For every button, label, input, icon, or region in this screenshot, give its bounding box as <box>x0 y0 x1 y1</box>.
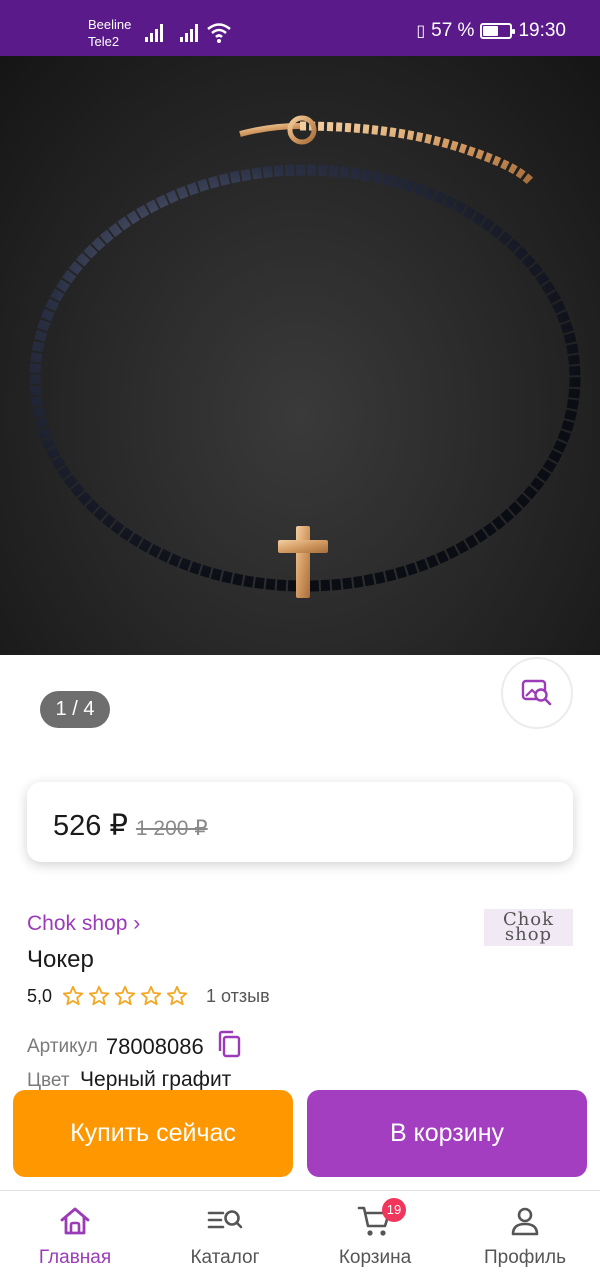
visual-search-button[interactable] <box>501 657 573 729</box>
product-title: Чокер <box>27 946 94 973</box>
bottom-nav: Главная Каталог 19 Корзина Профиль <box>0 1190 600 1282</box>
nav-item-profile[interactable]: Профиль <box>460 1201 590 1269</box>
rating-value: 5,0 <box>27 985 53 1006</box>
carrier-2: Tele2 <box>88 34 120 49</box>
catalog-search-icon <box>207 1210 243 1229</box>
nav-label-catalog: Каталог <box>190 1247 260 1268</box>
carrier-names: Beeline Tele2 <box>88 16 131 50</box>
image-page-counter: 1 / 4 <box>40 691 110 728</box>
sku-value: 78008086 <box>105 1033 204 1059</box>
status-bar: Beeline Tele2 ▯ 57 % 19:30 <box>0 0 600 56</box>
copy-icon[interactable] <box>216 1030 242 1063</box>
current-price: 526 ₽ <box>53 810 128 842</box>
vibrate-icon: ▯ <box>416 23 426 40</box>
buy-now-button[interactable]: Купить сейчас <box>13 1090 293 1177</box>
profile-icon <box>511 1207 539 1236</box>
nav-label-profile: Профиль <box>483 1247 567 1268</box>
add-to-cart-button[interactable]: В корзину <box>307 1090 587 1177</box>
image-search-icon <box>521 679 552 706</box>
color-value: Черный графит <box>80 1068 232 1090</box>
star-icon <box>140 985 162 1006</box>
wifi-icon <box>207 23 231 43</box>
carrier-1: Beeline <box>88 17 132 32</box>
nav-item-home[interactable]: Главная <box>10 1201 140 1269</box>
rating-stars <box>62 985 188 1007</box>
nav-label-cart: Корзина <box>338 1247 412 1268</box>
star-icon <box>88 985 110 1006</box>
nav-label-home: Главная <box>38 1247 112 1268</box>
product-image[interactable] <box>0 56 600 655</box>
cart-badge: 19 <box>382 1198 406 1222</box>
color-row: Цвет Черный графит <box>27 1068 231 1090</box>
old-price: 1 200 ₽ <box>135 817 208 840</box>
review-count[interactable]: 1 отзыв <box>206 986 270 1007</box>
star-icon <box>166 985 188 1006</box>
signal-icon <box>180 24 198 42</box>
color-label: Цвет <box>27 1070 70 1090</box>
star-icon <box>114 985 136 1006</box>
nav-item-cart[interactable]: 19 Корзина <box>310 1198 440 1269</box>
seller-logo-line2: shop <box>504 924 553 945</box>
sku-row: Артикул 78008086 <box>27 1030 242 1063</box>
battery-icon <box>480 23 516 39</box>
choker-photo <box>29 115 581 598</box>
star-icon <box>62 985 84 1006</box>
seller-link[interactable]: Chok shop › <box>27 912 140 936</box>
battery-percent: 57 % <box>431 20 475 41</box>
price-card: 526 ₽ 1 200 ₽ <box>27 782 573 862</box>
signal-icon <box>145 24 163 42</box>
nav-item-catalog[interactable]: Каталог <box>160 1201 290 1269</box>
sku-label: Артикул <box>27 1035 98 1057</box>
rating-row[interactable]: 5,0 1 отзыв <box>27 985 270 1007</box>
seller-logo[interactable]: Chok shop <box>484 909 573 946</box>
action-bar: Купить сейчас В корзину <box>0 1090 600 1190</box>
home-icon <box>60 1207 90 1235</box>
clock: 19:30 <box>518 20 566 41</box>
